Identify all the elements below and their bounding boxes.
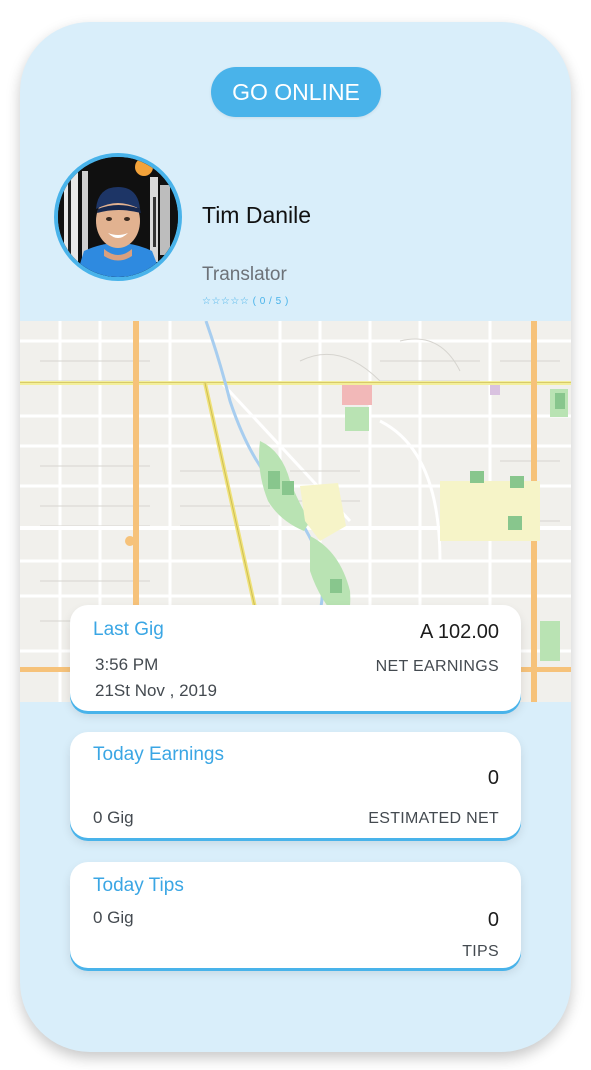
profile-role: Translator <box>202 264 287 285</box>
today-tips-amount: 0 <box>487 909 499 931</box>
profile-name: Tim Danile <box>202 202 312 228</box>
go-online-button[interactable]: GO ONLINE <box>211 67 381 117</box>
today-earnings-title: Today Earnings <box>93 744 224 765</box>
last-gig-card[interactable]: Last Gig A 102.00 3:56 PM NET EARNINGS 2… <box>70 605 521 711</box>
last-gig-time: 3:56 PM <box>95 655 159 674</box>
tips-label: TIPS <box>462 943 499 960</box>
last-gig-title: Last Gig <box>93 619 164 640</box>
today-earnings-gigs: 0 Gig <box>93 808 134 827</box>
app-screen: GO ONLINE Tim Danile Translator ☆☆☆☆☆ ( … <box>20 22 571 1052</box>
today-tips-gigs: 0 Gig <box>93 908 134 927</box>
today-earnings-amount: 0 <box>487 767 499 789</box>
net-earnings-label: NET EARNINGS <box>375 658 499 675</box>
estimated-net-label: ESTIMATED NET <box>368 810 499 827</box>
last-gig-amount: A 102.00 <box>420 621 499 643</box>
avatar-photo <box>58 157 178 277</box>
today-tips-card[interactable]: Today Tips 0 Gig 0 TIPS <box>70 862 521 968</box>
today-tips-title: Today Tips <box>93 875 184 896</box>
last-gig-date: 21St Nov , 2019 <box>95 681 217 700</box>
avatar[interactable] <box>54 153 182 281</box>
rating-stars: ☆☆☆☆☆ ( 0 / 5 ) <box>202 296 289 307</box>
today-earnings-card[interactable]: Today Earnings 0 0 Gig ESTIMATED NET <box>70 732 521 838</box>
